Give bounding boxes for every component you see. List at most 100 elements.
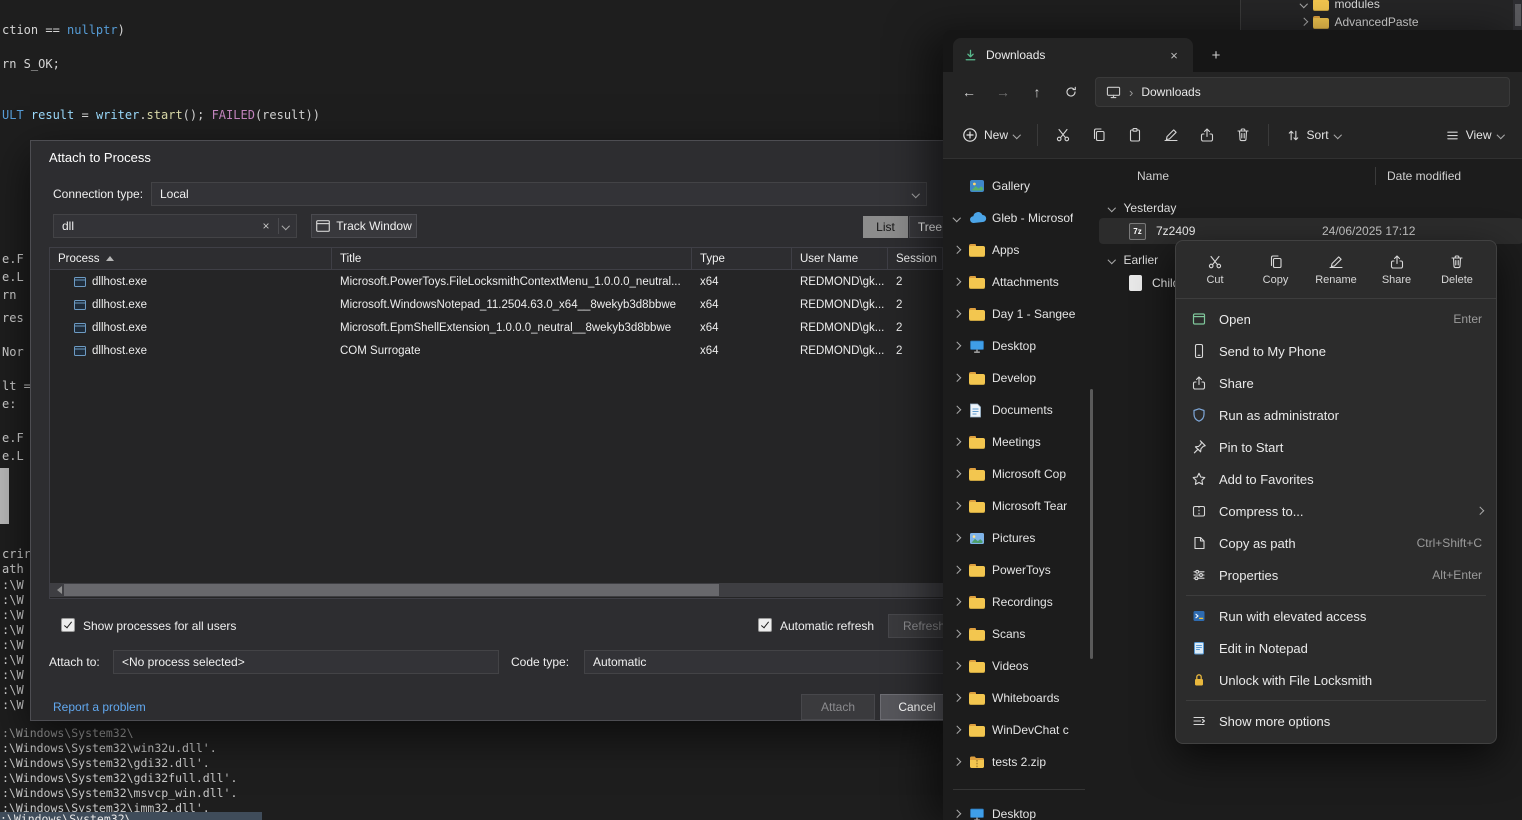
- up-button[interactable]: ↑: [1023, 78, 1051, 106]
- view-button[interactable]: View: [1436, 119, 1512, 151]
- tree-item-advancedpaste[interactable]: AdvancedPaste: [1301, 12, 1419, 30]
- ctx-item-edit-in-notepad[interactable]: Edit in Notepad: [1176, 632, 1496, 664]
- sidebar-item-tests2-zip[interactable]: tests 2.zip: [946, 747, 1091, 777]
- new-tab-button[interactable]: +: [1203, 42, 1229, 68]
- clear-filter-icon[interactable]: ×: [258, 219, 273, 233]
- chevron-right-icon[interactable]: [954, 247, 969, 253]
- chevron-right-icon[interactable]: [954, 599, 969, 605]
- paste-button[interactable]: [1118, 119, 1152, 151]
- chevron-right-icon[interactable]: [954, 471, 969, 477]
- track-window-button[interactable]: Track Window: [311, 214, 417, 238]
- horizontal-scrollbar[interactable]: [50, 583, 943, 597]
- sidebar-item-scans[interactable]: Scans: [946, 619, 1091, 649]
- ctx-item-pin-to-start[interactable]: Pin to Start: [1176, 431, 1496, 463]
- chevron-right-icon[interactable]: [954, 407, 969, 413]
- address-bar[interactable]: › Downloads: [1095, 77, 1510, 107]
- ctx-share-button[interactable]: Share: [1370, 248, 1424, 292]
- automatic-refresh-checkbox[interactable]: [758, 618, 772, 632]
- sidebar-item-develop[interactable]: Develop: [946, 363, 1091, 393]
- chevron-right-icon[interactable]: [954, 343, 969, 349]
- chevron-down-icon[interactable]: [954, 215, 969, 221]
- sidebar-item-desktop-pinned[interactable]: Desktop: [946, 799, 1091, 820]
- chevron-right-icon[interactable]: [954, 567, 969, 573]
- forward-button[interactable]: →: [989, 78, 1017, 106]
- show-all-users-checkbox[interactable]: [61, 618, 75, 632]
- back-button[interactable]: ←: [955, 78, 983, 106]
- column-header-type[interactable]: Type: [692, 248, 792, 269]
- scroll-left-icon[interactable]: [53, 586, 62, 594]
- chevron-right-icon[interactable]: [954, 695, 969, 701]
- sidebar-item-attachments[interactable]: Attachments: [946, 267, 1091, 297]
- column-header-session[interactable]: Session: [888, 248, 943, 269]
- ctx-item-unlock-with-file-locksmith[interactable]: Unlock with File Locksmith: [1176, 664, 1496, 696]
- process-row[interactable]: dllhost.exe Microsoft.PowerToys.FileLock…: [50, 270, 943, 293]
- ctx-item-share[interactable]: Share: [1176, 367, 1496, 399]
- report-a-problem-link[interactable]: Report a problem: [53, 700, 146, 714]
- code-type-field[interactable]: Automatic: [584, 650, 943, 674]
- chevron-right-icon[interactable]: [954, 279, 969, 285]
- ctx-item-send-to-my-phone[interactable]: Send to My Phone: [1176, 335, 1496, 367]
- sidebar-item-videos[interactable]: Videos: [946, 651, 1091, 681]
- chevron-right-icon[interactable]: [954, 375, 969, 381]
- chevron-right-icon[interactable]: [954, 535, 969, 541]
- chevron-right-icon[interactable]: [1300, 18, 1308, 26]
- column-separator[interactable]: [1375, 167, 1376, 185]
- refresh-button[interactable]: Refresh: [888, 614, 943, 638]
- group-header-yesterday[interactable]: Yesterday: [1109, 198, 1176, 218]
- ctx-item-properties[interactable]: Properties Alt+Enter: [1176, 559, 1496, 591]
- sidebar-item-apps[interactable]: Apps: [946, 235, 1091, 265]
- column-header-title[interactable]: Title: [332, 248, 692, 269]
- sidebar-item-windevchat[interactable]: WinDevChat c: [946, 715, 1091, 745]
- rename-button[interactable]: [1154, 119, 1188, 151]
- copy-button[interactable]: [1082, 119, 1116, 151]
- sidebar-scrollbar[interactable]: [1090, 389, 1093, 659]
- sidebar-item-desktop[interactable]: Desktop: [946, 331, 1091, 361]
- chevron-right-icon[interactable]: [954, 811, 969, 817]
- delete-button[interactable]: [1226, 119, 1260, 151]
- column-header-process[interactable]: Process: [50, 248, 332, 269]
- chevron-right-icon[interactable]: [954, 663, 969, 669]
- sidebar-item-day1[interactable]: Day 1 - Sangee: [946, 299, 1091, 329]
- ctx-cut-button[interactable]: Cut: [1188, 248, 1242, 292]
- sidebar-item-gallery[interactable]: Gallery: [946, 171, 1091, 201]
- new-button[interactable]: New: [953, 119, 1029, 151]
- process-row[interactable]: dllhost.exe Microsoft.EpmShellExtension_…: [50, 316, 943, 339]
- group-header-earlier[interactable]: Earlier: [1109, 250, 1158, 270]
- sidebar-item-recordings[interactable]: Recordings: [946, 587, 1091, 617]
- scrollbar-track[interactable]: [1513, 0, 1522, 30]
- tab-downloads[interactable]: Downloads ×: [953, 38, 1193, 72]
- attach-button[interactable]: Attach: [801, 694, 875, 720]
- ctx-delete-button[interactable]: Delete: [1430, 248, 1484, 292]
- share-button[interactable]: [1190, 119, 1224, 151]
- chevron-down-icon[interactable]: [1300, 0, 1308, 8]
- cancel-button[interactable]: Cancel: [880, 694, 943, 720]
- ctx-rename-button[interactable]: Rename: [1309, 248, 1363, 292]
- column-header-name[interactable]: Name: [1137, 169, 1169, 183]
- chevron-right-icon[interactable]: [954, 439, 969, 445]
- chevron-right-icon[interactable]: [954, 727, 969, 733]
- chevron-down-icon[interactable]: [281, 222, 289, 230]
- sidebar-item-microsoft-tear[interactable]: Microsoft Tear: [946, 491, 1091, 521]
- process-filter-input[interactable]: dll ×: [53, 214, 297, 238]
- ctx-item-run-as-administrator[interactable]: Run as administrator: [1176, 399, 1496, 431]
- ctx-copy-button[interactable]: Copy: [1249, 248, 1303, 292]
- column-header-user-name[interactable]: User Name: [792, 248, 888, 269]
- attach-to-field[interactable]: <No process selected>: [113, 650, 499, 674]
- ctx-item-compress-to[interactable]: Compress to...: [1176, 495, 1496, 527]
- sort-button[interactable]: Sort: [1277, 119, 1350, 151]
- ctx-item-copy-as-path[interactable]: Copy as path Ctrl+Shift+C: [1176, 527, 1496, 559]
- chevron-right-icon[interactable]: [954, 503, 969, 509]
- tree-view-button[interactable]: Tree: [909, 216, 943, 238]
- list-view-button[interactable]: List: [863, 216, 908, 238]
- process-row[interactable]: dllhost.exe Microsoft.WindowsNotepad_11.…: [50, 293, 943, 316]
- scrollbar-thumb[interactable]: [1515, 4, 1521, 26]
- scrollbar-track[interactable]: [62, 583, 943, 597]
- ctx-item-show-more-options[interactable]: Show more options: [1176, 705, 1496, 737]
- breadcrumb-downloads[interactable]: Downloads: [1141, 85, 1200, 99]
- sidebar-item-meetings[interactable]: Meetings: [946, 427, 1091, 457]
- column-header-date-modified[interactable]: Date modified: [1387, 169, 1461, 183]
- ctx-item-open[interactable]: Open Enter: [1176, 303, 1496, 335]
- tab-close-button[interactable]: ×: [1165, 46, 1183, 64]
- sidebar-item-documents[interactable]: Documents: [946, 395, 1091, 425]
- sidebar-item-microsoft-cop[interactable]: Microsoft Cop: [946, 459, 1091, 489]
